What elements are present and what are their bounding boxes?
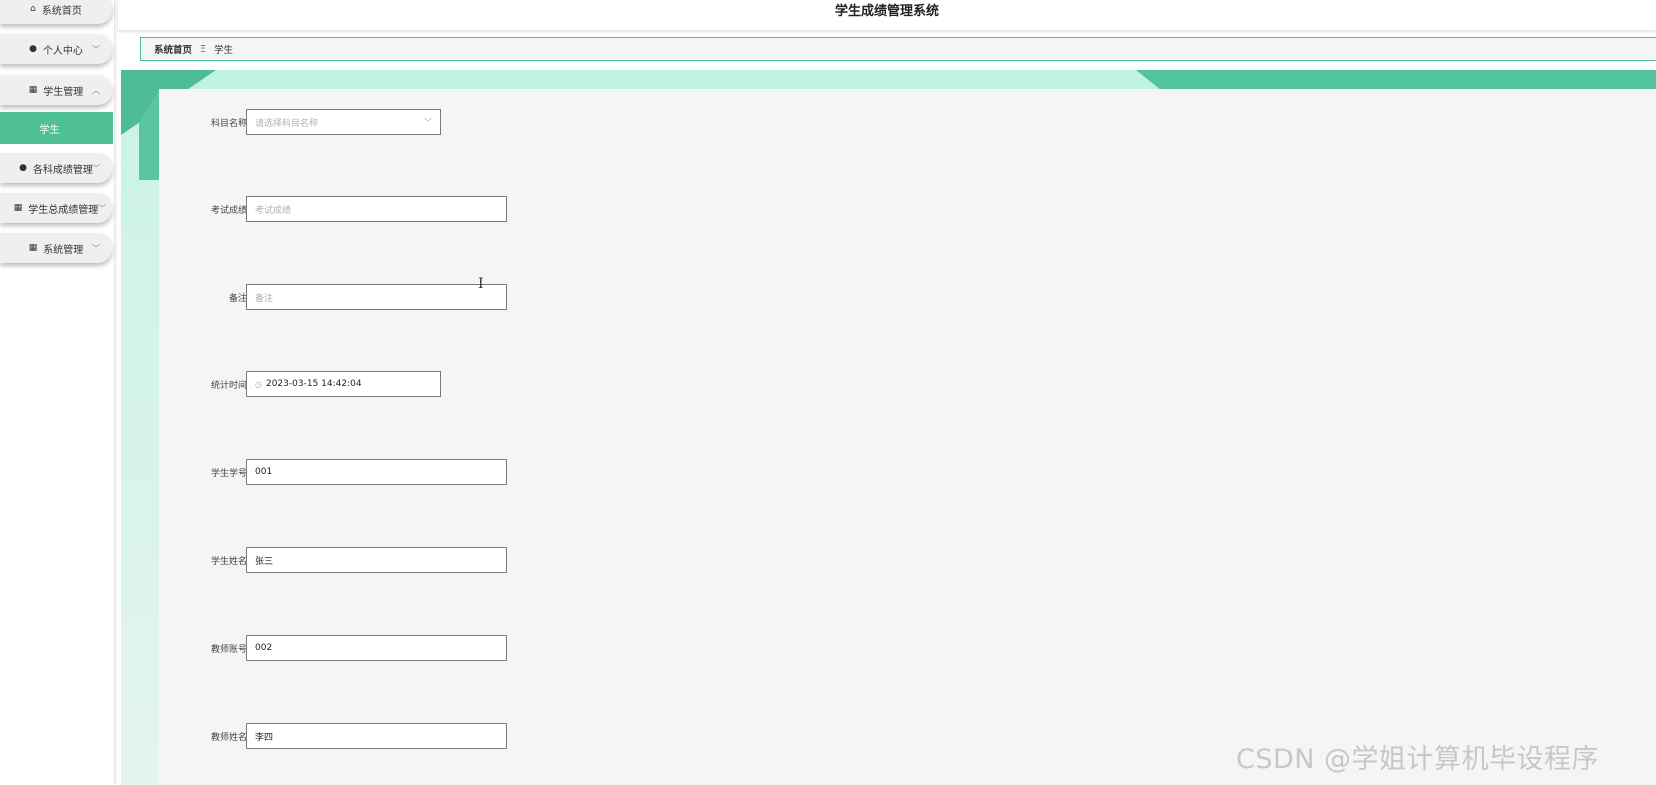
stat-time-value: 2023-03-15 14:42:04	[265, 379, 362, 389]
form-row-score: 考试成绩 考试成绩	[159, 196, 507, 222]
form-row-student-no: 学生学号 001	[159, 459, 507, 485]
sidebar-item-label: 学生总成绩管理	[28, 204, 99, 216]
stat-time-picker[interactable]: ◷ 2023-03-15 14:42:04	[246, 371, 441, 397]
student-name-input[interactable]: 张三	[246, 547, 507, 573]
sidebar-item-label: 学生管理	[43, 86, 84, 98]
teacher-name-input[interactable]: 李四	[246, 723, 507, 749]
chevron-down-icon: ﹀	[424, 117, 432, 127]
score-label: 考试成绩	[210, 205, 247, 216]
chevron-down-icon: ﹀	[92, 163, 100, 173]
sidebar-item-subject-scores[interactable]: ● 各科成绩管理 ﹀	[0, 153, 112, 183]
form-panel: 科目名称 请选择科目名称 ﹀ 考试成绩 考试成绩 备注 备注 统计时间 ◷ 20…	[159, 89, 1656, 785]
clock-icon: ◷	[255, 379, 262, 389]
sidebar-item-label: 系统首页	[41, 5, 82, 17]
sidebar-item-total-scores[interactable]: ▦ 学生总成绩管理 ﹀	[0, 193, 112, 223]
form-row-stat-time: 统计时间 ◷ 2023-03-15 14:42:04	[159, 371, 441, 397]
score-placeholder: 考试成绩	[255, 205, 292, 216]
user-icon: ●	[29, 44, 37, 54]
teacher-name-value: 李四	[255, 732, 274, 743]
sidebar-item-home[interactable]: ⌂ 系统首页	[0, 0, 112, 24]
sidebar-item-profile[interactable]: ● 个人中心 ﹀	[0, 34, 112, 64]
subject-placeholder: 请选择科目名称	[255, 118, 319, 129]
student-name-value: 张三	[255, 556, 274, 567]
teacher-no-label: 教师账号	[210, 644, 247, 655]
teacher-name-label: 教师姓名	[210, 732, 247, 743]
app-title: 学生成绩管理系统	[834, 4, 939, 19]
sidebar-item-label: 个人中心	[42, 45, 83, 57]
text-cursor-icon: I	[478, 276, 484, 292]
sidebar-item-student-mgmt[interactable]: ▦ 学生管理 ︿	[0, 75, 112, 105]
form-row-teacher-name: 教师姓名 李四	[159, 723, 507, 749]
remark-input[interactable]: 备注	[246, 284, 507, 310]
form-row-teacher-no: 教师账号 002	[159, 635, 507, 661]
teacher-no-input[interactable]: 002	[246, 635, 507, 661]
student-no-label: 学生学号	[210, 468, 247, 479]
form-row-student-name: 学生姓名 张三	[159, 547, 507, 573]
sidebar: ⌂ 系统首页 ● 个人中心 ﹀ ▦ 学生管理 ︿ 学生 ● 各科成绩管理 ﹀ ▦…	[0, 0, 115, 785]
sidebar-item-label: 学生	[39, 124, 60, 136]
breadcrumb: 系统首页 Ξ 学生	[140, 37, 1656, 61]
remark-placeholder: 备注	[255, 293, 274, 304]
subject-label: 科目名称	[210, 118, 247, 129]
remark-label: 备注	[228, 293, 247, 304]
score-input[interactable]: 考试成绩	[246, 196, 507, 222]
form-row-remark: 备注 备注	[159, 284, 507, 310]
grid-icon: ▦	[28, 85, 38, 95]
home-icon: ⌂	[30, 4, 36, 14]
app-header: 学生成绩管理系统	[118, 0, 1656, 30]
sidebar-item-label: 系统管理	[43, 244, 84, 256]
sidebar-item-label: 各科成绩管理	[32, 164, 93, 176]
teacher-no-value: 002	[255, 643, 273, 653]
breadcrumb-current: 学生	[214, 45, 234, 56]
chevron-down-icon: ﹀	[92, 243, 100, 253]
chevron-down-icon: ﹀	[98, 203, 106, 213]
sidebar-subitem-student[interactable]: 学生	[0, 112, 113, 144]
form-row-subject: 科目名称 请选择科目名称 ﹀	[159, 109, 441, 135]
watermark: CSDN @学姐计算机毕设程序	[1236, 744, 1600, 775]
student-no-value: 001	[255, 467, 273, 477]
breadcrumb-home[interactable]: 系统首页	[154, 42, 192, 56]
student-no-input[interactable]: 001	[246, 459, 507, 485]
subject-select[interactable]: 请选择科目名称 ﹀	[246, 109, 441, 135]
stat-time-label: 统计时间	[210, 380, 247, 391]
grid-icon: ▦	[13, 203, 23, 213]
sidebar-item-system[interactable]: ▦ 系统管理 ﹀	[0, 233, 112, 263]
chevron-up-icon: ︿	[92, 85, 100, 95]
student-name-label: 学生姓名	[210, 556, 247, 567]
grid-icon: ▦	[28, 243, 38, 253]
user-icon: ●	[19, 163, 27, 173]
chevron-down-icon: ﹀	[92, 44, 100, 54]
breadcrumb-separator: Ξ	[200, 43, 207, 55]
